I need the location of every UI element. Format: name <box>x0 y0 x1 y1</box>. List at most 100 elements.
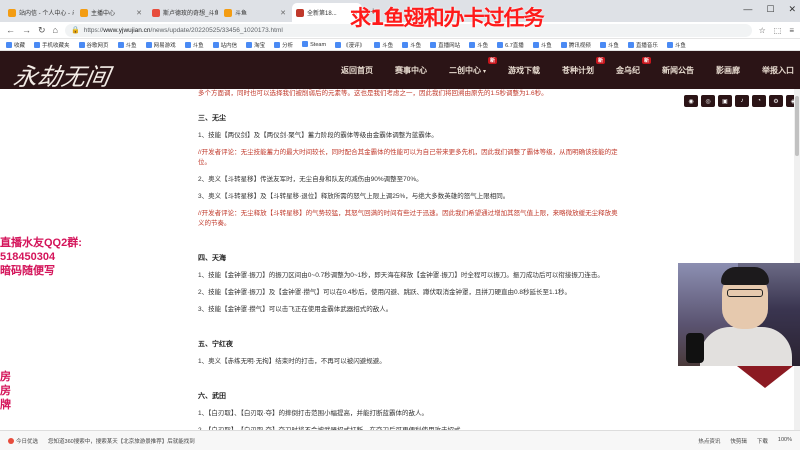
webcam-person-hair <box>721 267 769 285</box>
reload-icon[interactable]: ↻ <box>38 25 46 36</box>
minimize-icon[interactable]: — <box>743 4 752 15</box>
bookmark-icon <box>532 41 539 48</box>
status-item[interactable]: 热点资讯 <box>698 437 720 445</box>
douyin-icon[interactable]: ♪ <box>735 95 749 107</box>
qq-icon[interactable]: ◔ <box>752 95 766 107</box>
bookmark-icon <box>246 41 253 48</box>
nav-item[interactable]: 影画廊 <box>705 65 751 76</box>
bilibili-icon[interactable]: ▣ <box>718 95 732 107</box>
status-item[interactable]: 下载 <box>757 437 768 445</box>
menu-icon[interactable]: ≡ <box>789 26 794 35</box>
status-notice[interactable]: 您知道360搜索中，搜索某天【北京旅游景推荐】后就能找到 <box>48 437 195 445</box>
maximize-icon[interactable]: ☐ <box>766 4 774 15</box>
steam-icon[interactable]: ⚙ <box>769 95 783 107</box>
bookmark-item[interactable]: 斗鱼 <box>184 41 204 49</box>
bookmark-icon <box>497 41 504 48</box>
lock-icon: 🔒 <box>70 27 80 34</box>
back-icon[interactable]: ← <box>6 25 15 35</box>
bookmark-item[interactable]: 直播音乐 <box>627 41 658 49</box>
nav-item[interactable]: 游戏下载 <box>497 65 551 76</box>
bookmark-item[interactable]: 斗鱼 <box>469 41 488 49</box>
nav-item[interactable]: 举报入口 <box>751 65 800 76</box>
bookmark-item[interactable]: 谷歌网页 <box>78 41 109 49</box>
nav-item[interactable]: 新闻公告 <box>651 65 705 76</box>
bookmark-item[interactable]: 斗鱼 <box>599 41 619 49</box>
section-title: 六、武田 <box>198 393 226 400</box>
bookmark-icon <box>6 41 12 48</box>
tab-close-icon[interactable]: ✕ <box>136 9 142 17</box>
site-nav: 返回首页 赛事中心 二创中心 ▾ 新游戏下载 苍种计划新金乌纪新新闻公告 影画廊 举报入口 <box>330 51 800 89</box>
bookmark-item[interactable]: 淘宝 <box>246 41 265 49</box>
article-top-line: 多个方面调，同时也可以选择我们被削弱后的元素等。这也是我们考虑之一，因此我们将回… <box>198 90 548 97</box>
status-right-group: 热点资讯 快剪辑 下载 100% <box>698 437 792 445</box>
url-host: www.yjwujian.cn <box>103 26 151 34</box>
patch-note: 2、奥义【斗转星移】传送友军时，无尘自身和队友的减伤由90%调整至70%。 <box>198 176 423 183</box>
weibo-icon[interactable]: ◎ <box>701 95 715 107</box>
extension-icon[interactable]: ⬚ <box>774 26 782 35</box>
home-icon[interactable]: ⌂ <box>53 25 58 35</box>
article-content: 多个方面调，同时也可以选择我们被削弱后的元素等。这也是我们考虑之一，因此我们将回… <box>198 89 618 430</box>
patch-note: 3、技能【金钟罩·攒气】可以击飞正在使用金霸体武器招式的敌人。 <box>198 306 393 313</box>
new-badge: 新 <box>642 56 652 64</box>
bookmark-icon <box>402 41 409 48</box>
bookmark-item[interactable]: 站内信 <box>212 41 237 49</box>
bookmark-item[interactable]: Steam <box>302 41 326 48</box>
bookmark-icon <box>560 41 567 48</box>
bookmark-item[interactable]: 斗鱼 <box>374 41 393 49</box>
screen: 站内信 - 个人中心 - 斗鱼✕ 主播中心✕ 斯卢德玫的奇想_斗鱼首页✕ 斗鱼✕… <box>0 0 800 450</box>
bookmark-item[interactable]: 手机收藏夹 <box>34 41 70 49</box>
tab-favicon-icon <box>224 8 232 17</box>
stream-qq-overlay: 直播水友QQ2群: 518450304 暗码随便写 <box>0 236 120 278</box>
tab-label: 站内信 - 个人中心 - 斗鱼 <box>19 11 74 17</box>
bookmark-icon <box>374 41 381 48</box>
bookmark-icon <box>627 41 634 48</box>
article-page: 多个方面调，同时也可以选择我们被削弱后的元素等。这也是我们考虑之一，因此我们将回… <box>0 89 800 430</box>
decorative-triangle <box>737 366 793 388</box>
tab-close-icon[interactable]: ✕ <box>280 9 286 17</box>
bookmark-item[interactable]: 网易游戏 <box>145 41 176 49</box>
bookmark-item[interactable]: 《漫评》 <box>335 41 365 49</box>
site-logo[interactable]: 永劫无间 <box>11 57 113 92</box>
nav-item[interactable]: 苍种计划新 <box>551 56 606 76</box>
bookmark-item[interactable]: 斗鱼 <box>532 41 552 49</box>
forward-icon[interactable]: → <box>22 25 31 35</box>
bookmark-item[interactable]: 斗鱼 <box>666 41 686 49</box>
status-today-pick[interactable]: 今日优选 <box>8 437 38 445</box>
star-icon[interactable]: ☆ <box>759 26 766 35</box>
bookmarks-bar: 收藏 手机收藏夹 谷歌网页 斗鱼 网易游戏 斗鱼 站内信 淘宝 分析 Steam 《漫评》 斗鱼 斗鱼直… <box>0 39 800 51</box>
bookmark-icon <box>469 41 476 48</box>
wechat-icon[interactable]: ◉ <box>684 95 698 107</box>
bookmark-item[interactable]: 分析 <box>274 41 293 49</box>
section-title: 五、宁红夜 <box>198 341 233 348</box>
nav-item[interactable]: 返回首页 <box>330 65 384 76</box>
bookmark-item[interactable]: 腾讯视频 <box>560 41 591 49</box>
tab-label: 斯卢德玫的奇想_斗鱼首页 <box>163 11 218 17</box>
nav-item[interactable]: 金乌纪新 <box>605 56 652 76</box>
browser-tab[interactable]: 主播中心 ✕ <box>76 3 146 22</box>
browser-tab[interactable]: 斗鱼 ✕ <box>220 3 290 22</box>
bookmark-item[interactable]: 收藏 <box>6 41 25 49</box>
patch-note: 1、【白刃取】、【白刃取·夺】的摔倒打击范围小幅提高，并能打断蓝霸体的敌人。 <box>198 410 429 417</box>
stream-banner: 求1鱼翅和办卡过任务 <box>350 6 545 30</box>
bookmark-item[interactable]: 斗鱼 <box>402 41 421 49</box>
url-scheme: https:// <box>83 26 104 34</box>
browser-tab[interactable]: 斯卢德玫的奇想_斗鱼首页✕ <box>148 3 218 22</box>
bookmark-item[interactable]: 直播网站 <box>430 41 460 49</box>
stream-room-overlay: 房 房 牌 <box>0 370 14 412</box>
bookmark-item[interactable]: 6.7直播 <box>497 41 524 49</box>
status-item[interactable]: 快剪辑 <box>730 437 747 445</box>
nav-item[interactable]: 二创中心 ▾ 新 <box>438 56 498 76</box>
status-item[interactable]: 100% <box>778 437 792 445</box>
bookmark-item[interactable]: 斗鱼 <box>117 41 137 49</box>
scrollbar-thumb[interactable] <box>795 96 799 156</box>
tab-label: 主播中心 <box>91 11 116 17</box>
webcam-glasses <box>727 289 763 297</box>
bookmark-icon <box>666 41 673 48</box>
bookmark-icon <box>184 41 191 48</box>
close-window-icon[interactable]: ✕ <box>788 4 796 15</box>
nav-item[interactable]: 赛事中心 <box>384 65 438 76</box>
bookmark-icon <box>335 41 342 48</box>
section-title: 四、天海 <box>198 255 226 262</box>
browser-tab[interactable]: 站内信 - 个人中心 - 斗鱼✕ <box>4 3 74 22</box>
bookmark-icon <box>302 41 309 47</box>
